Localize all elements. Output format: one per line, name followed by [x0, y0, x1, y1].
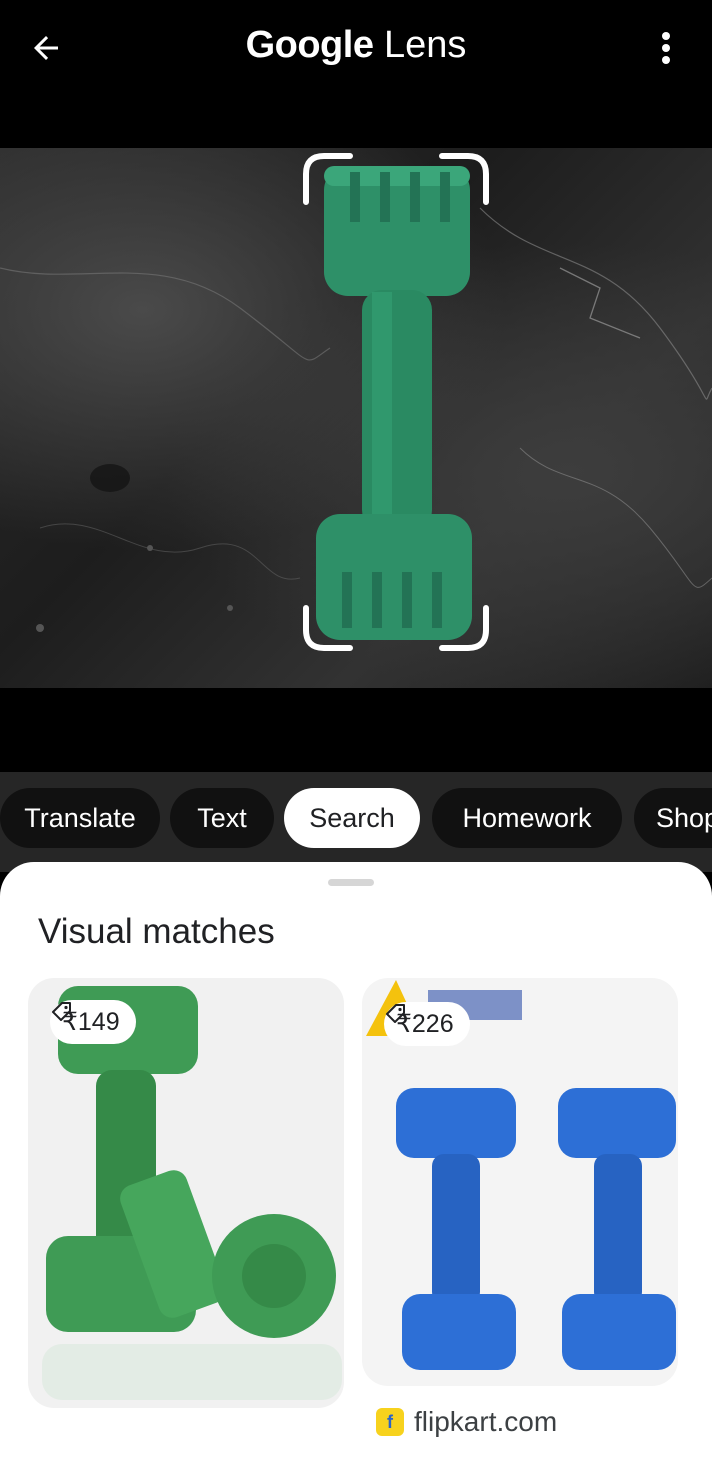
chip-label: Search — [309, 802, 395, 833]
more-options-button[interactable] — [654, 28, 678, 68]
top-bar: Google Lens — [0, 0, 712, 100]
dumbbell-photo — [303, 153, 489, 651]
title-brand: Google — [245, 24, 374, 66]
chip-translate[interactable]: Translate — [0, 788, 160, 848]
selection-region[interactable] — [302, 152, 490, 652]
price-badge: ₹226 — [384, 1002, 470, 1046]
chip-label: Homework — [462, 802, 592, 833]
chip-homework[interactable]: Homework — [432, 788, 622, 848]
chip-label: Translate — [24, 802, 136, 833]
source-site[interactable]: f flipkart.com — [376, 1406, 557, 1438]
section-title: Visual matches — [38, 912, 275, 951]
app-title: Google Lens — [0, 24, 712, 67]
chip-label: Text — [197, 802, 247, 833]
chip-shop[interactable]: Shop — [634, 788, 712, 848]
result-card[interactable]: ₹226 — [362, 978, 678, 1386]
site-name: flipkart.com — [414, 1406, 558, 1437]
chip-label: Shop — [656, 802, 712, 833]
mode-chips: Translate Text Search Homework Shop — [0, 788, 712, 848]
drag-handle[interactable] — [328, 879, 374, 886]
chip-search[interactable]: Search — [284, 788, 420, 848]
price-tag-icon — [52, 1002, 71, 1021]
price-tag-icon — [386, 1004, 405, 1023]
captured-image[interactable] — [0, 148, 712, 688]
flipkart-icon: f — [376, 1408, 404, 1436]
title-product: Lens — [384, 24, 467, 66]
chip-text[interactable]: Text — [170, 788, 274, 848]
more-vert-icon — [662, 32, 670, 64]
result-card[interactable]: ₹149 — [28, 978, 344, 1408]
price-badge: ₹149 — [50, 1000, 136, 1044]
results-sheet: Visual matches ₹149 ₹226 f flipkart.com — [0, 862, 712, 1462]
